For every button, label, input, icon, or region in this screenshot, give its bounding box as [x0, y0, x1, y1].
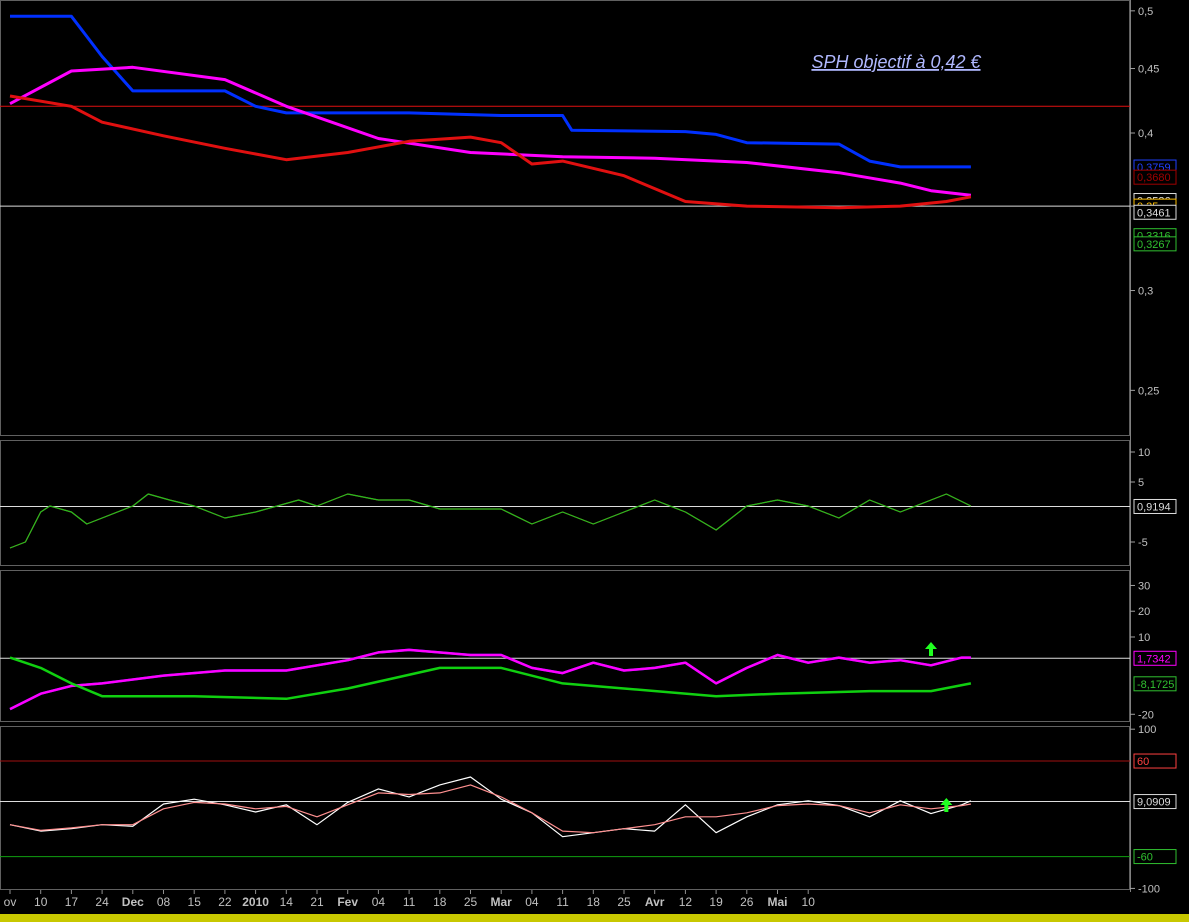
series-line	[9, 784, 972, 834]
series-line	[9, 776, 972, 838]
up-arrow-icon	[925, 642, 937, 656]
x-tick-label: 14	[280, 895, 294, 909]
y-tick-label: -100	[1138, 883, 1160, 895]
y-tick-label: -20	[1138, 709, 1154, 721]
value-label: -60	[1137, 852, 1153, 864]
x-tick-label: Avr	[645, 895, 665, 909]
y-tick-label: 5	[1138, 477, 1144, 489]
y-tick-label: 20	[1138, 606, 1150, 618]
value-label: 0,3267	[1137, 239, 1171, 251]
x-tick-label: 11	[556, 895, 569, 909]
y-tick-label: 10	[1138, 447, 1150, 459]
x-tick-label: 15	[188, 895, 202, 909]
value-label: 1,7342	[1137, 653, 1171, 665]
x-tick-label: 19	[709, 895, 723, 909]
y-tick-label: -5	[1138, 537, 1148, 549]
value-label: 60	[1137, 756, 1149, 768]
series-line	[9, 94, 972, 210]
value-label: 0,9194	[1137, 501, 1171, 513]
stock-chart: SPH objectif à 0,42 € 0,50,450,40,350,30…	[0, 0, 1177, 909]
value-label: 0,3461	[1137, 207, 1171, 219]
x-tick-label: Mai	[767, 895, 787, 909]
oscillator-2-panel: 30 20 10 -20 1,7342 -8,1725	[0, 580, 1177, 721]
y-tick-label: 10	[1138, 632, 1150, 644]
x-tick-label: 04	[372, 895, 386, 909]
panel-frames	[0, 0, 1131, 892]
series-line	[9, 493, 972, 549]
x-tick-label: Fev	[337, 895, 358, 909]
x-tick-label: 21	[310, 895, 324, 909]
value-label: 0,3680	[1137, 172, 1171, 184]
x-tick-label: 12	[679, 895, 693, 909]
oscillator-1-panel: 10 5 -5 0,9194	[0, 447, 1177, 549]
x-tick-label: 10	[802, 895, 816, 909]
oscillator-3-panel: 100 -100 60 9,0909 -60	[0, 724, 1177, 895]
panel-frame	[0, 570, 1130, 722]
annotation-text: SPH objectif à 0,42 €	[811, 52, 981, 72]
x-tick-label: 18	[587, 895, 601, 909]
x-tick-label: 08	[157, 895, 171, 909]
price-panel: SPH objectif à 0,42 € 0,50,450,40,350,30…	[0, 6, 1177, 397]
x-tick-label: ov	[4, 895, 17, 909]
x-tick-label: 22	[218, 895, 232, 909]
y-tick-label: 0,3	[1138, 286, 1153, 298]
y-tick-label: 100	[1138, 724, 1156, 736]
x-tick-label: 24	[95, 895, 109, 909]
x-tick-label: 11	[403, 895, 416, 909]
x-tick-label: 2010	[242, 895, 269, 909]
x-tick-label: 25	[464, 895, 478, 909]
x-tick-label: 25	[617, 895, 631, 909]
y-tick-label: 0,25	[1138, 385, 1159, 397]
x-tick-label: Mar	[491, 895, 513, 909]
x-tick-label: 04	[525, 895, 539, 909]
series-line	[9, 656, 972, 701]
y-tick-label: 0,5	[1138, 6, 1153, 18]
x-tick-label: Dec	[122, 895, 144, 909]
y-tick-label: 30	[1138, 580, 1150, 592]
value-label: 9,0909	[1137, 797, 1171, 809]
y-tick-label: 0,4	[1138, 128, 1153, 140]
series-line	[10, 14, 971, 169]
series-line	[9, 65, 972, 197]
x-tick-label: 10	[34, 895, 48, 909]
series-line	[9, 493, 972, 549]
panel-frame	[0, 440, 1130, 566]
y-tick-label: 0,45	[1138, 64, 1159, 76]
value-label: -8,1725	[1137, 679, 1174, 691]
x-axis: ov 10 17 24 Dec 08 15 22 2010 14 21 Fev 04 11 18 25 Mar 0…	[4, 890, 816, 909]
x-tick-label: 18	[433, 895, 447, 909]
bottom-strip	[0, 914, 1189, 922]
x-tick-label: 17	[65, 895, 79, 909]
series-line	[9, 648, 971, 711]
x-tick-label: 26	[740, 895, 754, 909]
